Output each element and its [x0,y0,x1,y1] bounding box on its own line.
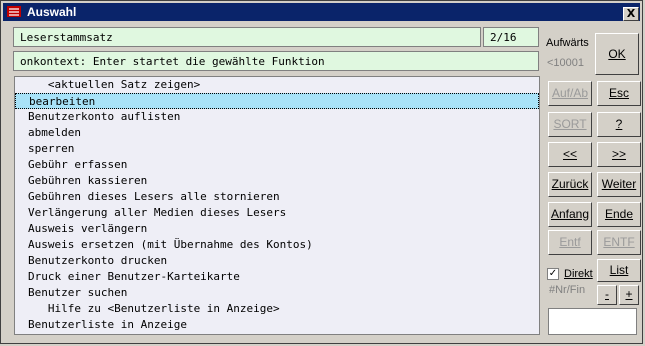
direkt-checkbox[interactable]: ✓ [547,268,559,280]
list-item[interactable]: Druck einer Benutzer-Karteikarte [15,269,539,285]
delete-all-button[interactable]: ENTF [597,230,641,255]
hint-field: onkontext: Enter startet die gewählte Fu… [13,51,539,71]
range-label: <10001 [547,57,585,69]
list-item[interactable]: Gebühren kassieren [15,173,539,189]
title-bar[interactable]: Auswahl X [3,3,640,21]
list-item[interactable]: Gebühren dieses Lesers alle stornieren [15,189,539,205]
list-item[interactable]: Ausweis ersetzen (mit Übernahme des Kont… [15,237,539,253]
aufwaerts-label: Aufwärts [546,37,589,49]
window-title: Auswahl [27,5,77,19]
list-button[interactable]: List [597,259,641,282]
end-button[interactable]: Ende [597,202,641,227]
minus-button[interactable]: - [597,285,617,305]
list-item[interactable]: sperren [15,141,539,157]
function-list[interactable]: <aktuellen Satz zeigen> bearbeiten Benutze… [14,76,540,335]
ok-button[interactable]: OK [595,33,639,75]
list-item[interactable]: Benutzerkonto auflisten [15,109,539,125]
next-page-button[interactable]: >> [597,142,641,167]
list-item[interactable]: Ausweis verlängern [15,221,539,237]
nr-fin-label: #Nr/Fin [549,284,586,296]
prev-page-button[interactable]: << [548,142,592,167]
list-item[interactable]: Verlängerung aller Medien dieses Lesers [15,205,539,221]
direkt-label[interactable]: Direkt [564,268,593,280]
app-icon [7,6,21,17]
position-field: 2/16 [483,27,539,47]
list-item[interactable]: abmelden [15,125,539,141]
help-button[interactable]: ? [597,112,641,137]
start-button[interactable]: Anfang [548,202,592,227]
selection-dialog: Auswahl X Leserstammsatz 2/16 onkontext:… [0,0,643,344]
sort-button[interactable]: SORT [548,112,592,137]
list-item[interactable]: Gebühr erfassen [15,157,539,173]
direct-input[interactable] [548,308,637,335]
close-button[interactable]: X [623,7,639,21]
back-button[interactable]: Zurück [548,172,592,197]
delete-button[interactable]: Entf [548,230,592,255]
context-name-field: Leserstammsatz [13,27,481,47]
auf-ab-button[interactable]: Auf/Ab [548,81,592,106]
plus-button[interactable]: + [619,285,639,305]
esc-button[interactable]: Esc [597,81,641,106]
list-item[interactable]: Benutzerliste in Anzeige [15,317,539,333]
list-item[interactable]: <aktuellen Satz zeigen> [15,77,539,93]
list-item[interactable]: Benutzerkonto drucken [15,253,539,269]
list-item[interactable]: Benutzer suchen [15,285,539,301]
list-item[interactable]: bearbeiten [15,93,539,109]
forward-button[interactable]: Weiter [597,172,641,197]
list-item[interactable]: Hilfe zu <Benutzerliste in Anzeige> [15,301,539,317]
